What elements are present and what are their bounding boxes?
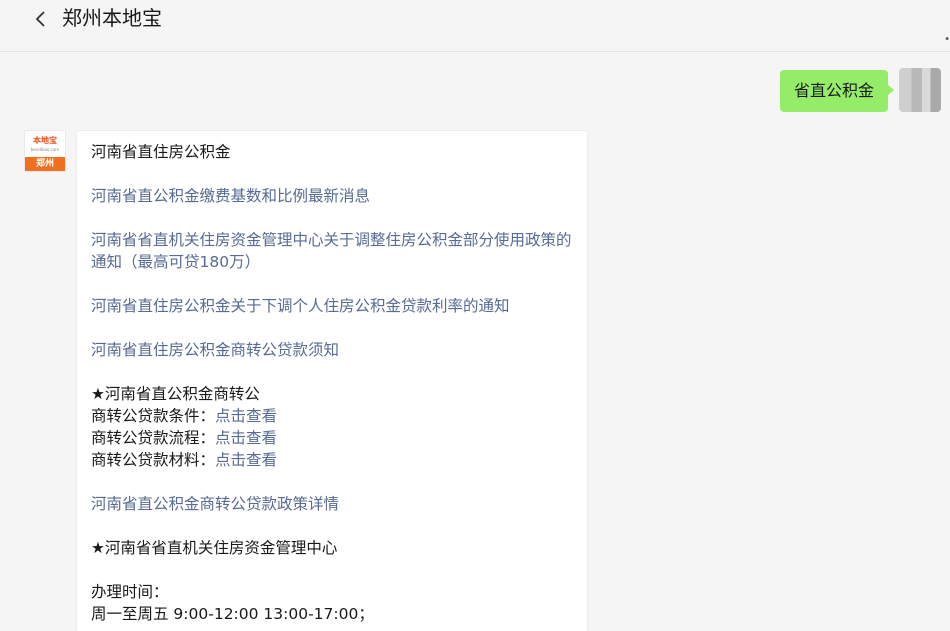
back-arrow-icon[interactable]	[33, 10, 47, 28]
view-link[interactable]: 点击查看	[215, 451, 277, 469]
section-title-center: ★河南省省直机关住房资金管理中心	[91, 539, 338, 557]
chat-title: 郑州本地宝	[62, 6, 162, 30]
bot-avatar[interactable]: 本地宝 bendibao.com 郑州	[24, 130, 66, 172]
user-avatar[interactable]	[899, 68, 941, 112]
conversion-row: 商转公贷款条件：点击查看	[91, 405, 573, 427]
logo-text-mid: bendibao.com	[30, 147, 60, 152]
view-link[interactable]: 点击查看	[215, 407, 277, 425]
link-contribution-base[interactable]: 河南省直公积金缴费基数和比例最新消息	[91, 185, 573, 207]
incoming-message-bubble: 河南省直住房公积金 河南省直公积金缴费基数和比例最新消息 河南省省直机关住房资金…	[76, 130, 588, 631]
link-rate-notice[interactable]: 河南省直住房公积金关于下调个人住房公积金贷款利率的通知	[91, 295, 573, 317]
conversion-row: 商转公贷款材料：点击查看	[91, 449, 573, 471]
link-loan-notes[interactable]: 河南省直住房公积金商转公贷款须知	[91, 339, 573, 361]
logo-text-city: 郑州	[25, 157, 65, 171]
outgoing-message-bubble[interactable]: 省直公积金	[780, 70, 895, 112]
chat-header: 郑州本地宝 •	[0, 0, 950, 52]
row-label: 商转公贷款流程：	[91, 429, 216, 447]
link-policy-details[interactable]: 河南省直公积金商转公贷款政策详情	[91, 493, 573, 515]
message-title: 河南省直住房公积金	[91, 143, 231, 161]
row-label: 商转公贷款材料：	[91, 451, 216, 469]
view-link[interactable]: 点击查看	[215, 429, 277, 447]
link-policy-notice[interactable]: 河南省省直机关住房资金管理中心关于调整住房公积金部分使用政策的通知（最高可贷18…	[91, 229, 573, 273]
more-dot[interactable]: •	[944, 34, 950, 45]
logo-text-top: 本地宝	[33, 136, 57, 145]
row-label: 商转公贷款条件：	[91, 407, 216, 425]
section-title-conversion: ★河南省直公积金商转公	[91, 385, 260, 403]
hours-value: 周一至周五 9:00-12:00 13:00-17:00；	[91, 605, 374, 623]
hours-label: 办理时间：	[91, 583, 169, 601]
conversion-row: 商转公贷款流程：点击查看	[91, 427, 573, 449]
